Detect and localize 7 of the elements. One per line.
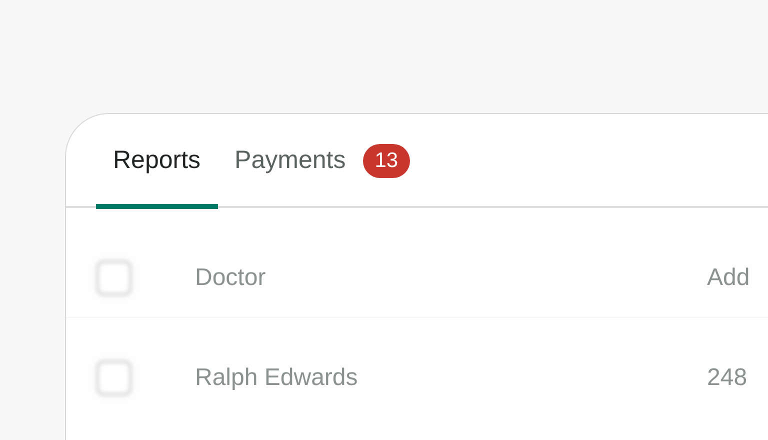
column-header: Doctor xyxy=(195,262,267,292)
checkbox[interactable] xyxy=(96,260,132,296)
count-badge: 13 xyxy=(362,144,410,178)
column-header: Add xyxy=(707,262,750,292)
table-cell-text: Ralph Edwards xyxy=(195,363,359,393)
checkbox[interactable] xyxy=(96,360,132,396)
table-cell-text: 248 xyxy=(707,363,748,393)
